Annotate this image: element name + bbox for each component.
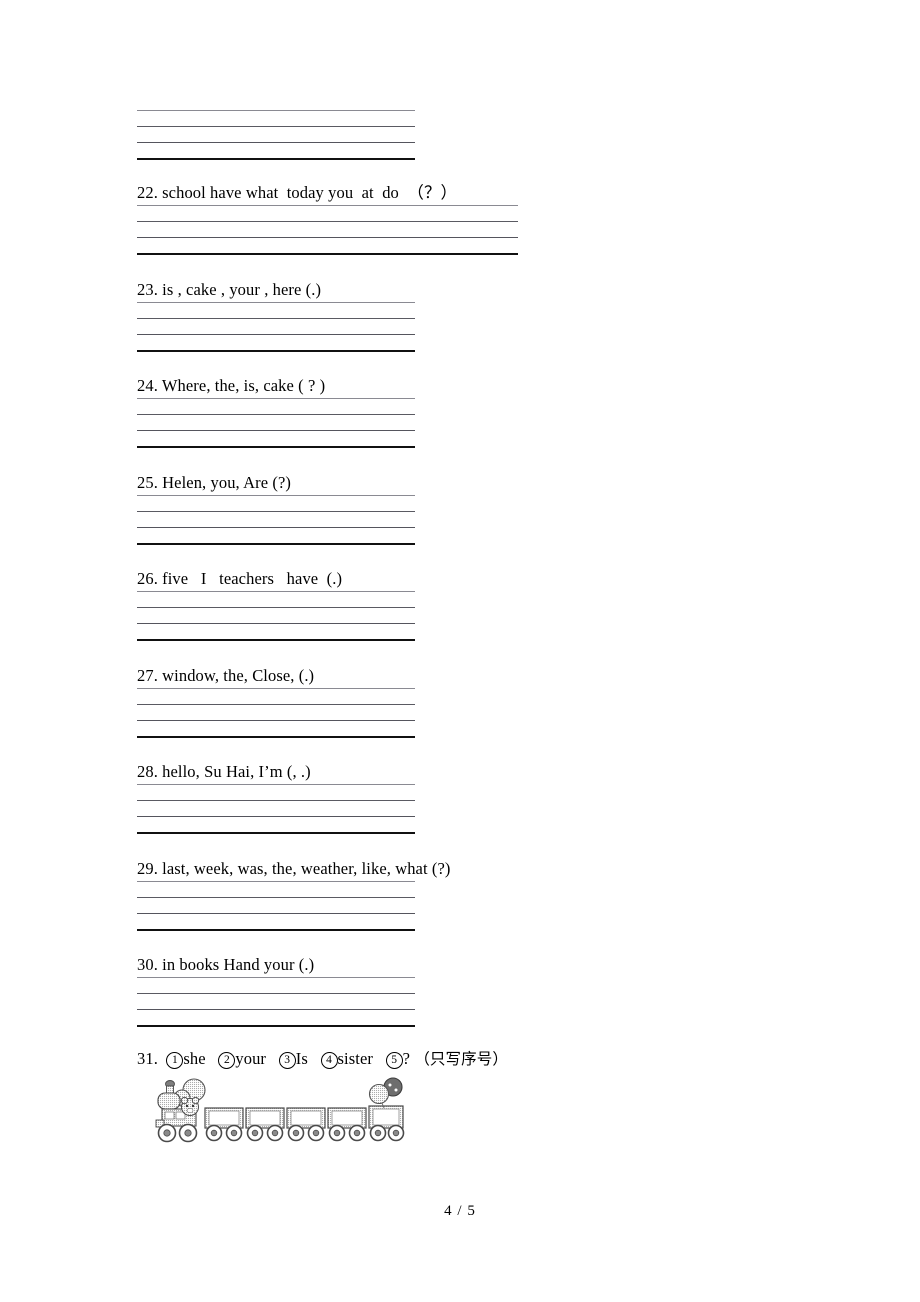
question-26-text: 26. five I teachers have (.) (137, 569, 343, 588)
circled-number-4-icon: 4 (320, 1052, 338, 1069)
answer-lines-27[interactable] (137, 688, 415, 738)
answer-lines-24[interactable] (137, 398, 415, 448)
question-29: 29. last, week, was, the, weather, like,… (137, 859, 451, 931)
answer-rule[interactable] (137, 446, 415, 448)
circled-number-3-icon: 3 (278, 1052, 296, 1069)
circled-number-5-icon: 5 (385, 1052, 403, 1069)
question-31-word-4: sister (337, 1049, 373, 1068)
question-31-word-2: your (235, 1049, 267, 1068)
question-23-text: 23. is , cake , your , here (.) (137, 280, 322, 299)
question-26: 26. five I teachers have (.) (137, 569, 415, 641)
question-28: 28. hello, Su Hai, I’m (, .) (137, 762, 415, 834)
answer-lines-23[interactable] (137, 302, 415, 352)
question-25: 25. Helen, you, Are (?) (137, 473, 415, 545)
question-23: 23. is , cake , your , here (.) (137, 280, 415, 352)
answer-lines-29[interactable] (137, 881, 415, 931)
wagon-1 (204, 1107, 244, 1142)
answer-lines-previous-question (137, 110, 415, 160)
answer-rule[interactable] (137, 350, 415, 352)
answer-rule[interactable] (137, 736, 415, 738)
wagon-3 (286, 1107, 326, 1142)
wagon-5 (368, 1105, 405, 1142)
page-footer: 4 / 5 (0, 1203, 920, 1220)
answer-rule[interactable] (137, 639, 415, 641)
answer-rule[interactable] (137, 832, 415, 834)
answer-rule[interactable] (137, 543, 415, 545)
answer-rule[interactable] (137, 929, 415, 931)
question-30-text: 30. in books Hand your (.) (137, 955, 315, 974)
answer-lines-26[interactable] (137, 591, 415, 641)
question-31-word-5: ? (402, 1049, 411, 1068)
answer-lines-30[interactable] (137, 977, 415, 1027)
question-31-number: 31. (137, 1049, 158, 1068)
answer-rule[interactable] (137, 253, 518, 255)
question-31-instruction: （只写序号） (414, 1050, 508, 1068)
page-number: 4 / 5 (444, 1203, 476, 1219)
question-24-text: 24. Where, the, is, cake ( ? ) (137, 376, 326, 395)
question-22-text: 22. school have what today you at do （？） (137, 183, 458, 202)
question-27-text: 27. window, the, Close, (.) (137, 666, 315, 685)
question-29-text: 29. last, week, was, the, weather, like,… (137, 859, 451, 878)
question-28-text: 28. hello, Su Hai, I’m (, .) (137, 762, 311, 781)
train-illustration (148, 1076, 406, 1154)
circled-number-1-icon: 1 (166, 1052, 184, 1069)
question-25-text: 25. Helen, you, Are (?) (137, 473, 291, 492)
question-31: 31. 1 she 2 your 3 Is 4 sister 5? （只写序号） (137, 1048, 508, 1072)
balloon-right-group (368, 1077, 403, 1109)
bear-character-icon (180, 1096, 200, 1116)
answer-lines-25[interactable] (137, 495, 415, 545)
question-31-text: 31. 1 she 2 your 3 Is 4 sister 5? （只写序号） (137, 1048, 508, 1072)
question-30: 30. in books Hand your (.) (137, 955, 415, 1027)
worksheet-page: 22. school have what today you at do （？）… (0, 0, 920, 1302)
question-24: 24. Where, the, is, cake ( ? ) (137, 376, 415, 448)
wagon-4 (327, 1107, 367, 1142)
question-22: 22. school have what today you at do （？） (137, 183, 518, 255)
question-31-word-1: she (183, 1049, 206, 1068)
answer-lines-22[interactable] (137, 205, 518, 255)
locomotive-wheels (157, 1123, 198, 1143)
question-31-word-3: Is (295, 1049, 308, 1068)
answer-lines-28[interactable] (137, 784, 415, 834)
circled-number-2-icon: 2 (218, 1052, 236, 1069)
wagon-2 (245, 1107, 285, 1142)
question-27: 27. window, the, Close, (.) (137, 666, 415, 738)
answer-rule (137, 158, 415, 160)
answer-rule[interactable] (137, 1025, 415, 1027)
